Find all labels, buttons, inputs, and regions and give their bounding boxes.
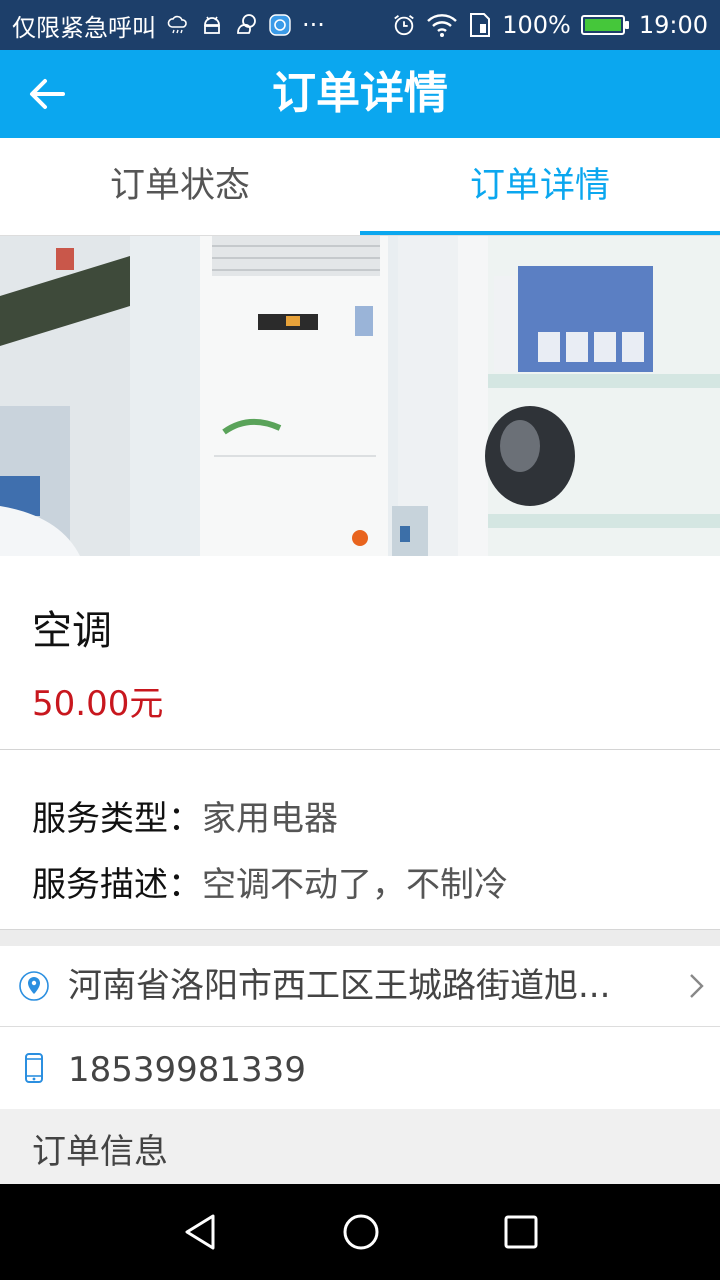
phone-number: 18539981339 bbox=[68, 1050, 306, 1090]
product-name: 空调 bbox=[32, 608, 112, 654]
service-type-row: 服务类型：家用电器 bbox=[32, 791, 338, 840]
square-recents-icon bbox=[504, 1215, 538, 1249]
order-info-title: 订单信息 bbox=[32, 1132, 168, 1172]
status-bar: 仅限紧急呼叫 ··· 100% 19:00 bbox=[0, 0, 720, 50]
app-bar: 订单详情 bbox=[0, 50, 720, 138]
circle-home-icon bbox=[343, 1214, 379, 1250]
order-info-section: 订单信息 bbox=[0, 1109, 720, 1184]
service-desc-label: 服务描述： bbox=[32, 865, 202, 905]
phone-row[interactable]: 18539981339 bbox=[0, 1028, 720, 1109]
squirrel-icon bbox=[234, 13, 258, 37]
service-type-label: 服务类型： bbox=[32, 799, 202, 839]
service-type-value: 家用电器 bbox=[202, 799, 338, 839]
android-icon bbox=[200, 13, 224, 37]
service-info: 服务类型：家用电器 服务描述：空调不动了，不制冷 bbox=[0, 751, 720, 929]
cloud-rain-icon bbox=[166, 13, 190, 37]
system-nav-bar bbox=[0, 1184, 720, 1280]
product-photo bbox=[0, 236, 720, 556]
carousel-indicator-dot bbox=[352, 530, 368, 546]
service-desc-row: 服务描述：空调不动了，不制冷 bbox=[32, 857, 508, 906]
back-button[interactable] bbox=[22, 70, 72, 118]
location-pin-icon bbox=[19, 971, 49, 1001]
chevron-right-icon bbox=[690, 974, 704, 998]
tab-bar: 订单状态 订单详情 bbox=[0, 138, 720, 236]
battery-percent: 100% bbox=[502, 11, 571, 39]
tab-order-details[interactable]: 订单详情 bbox=[360, 138, 720, 235]
back-arrow-icon bbox=[30, 79, 65, 109]
nav-back-button[interactable] bbox=[177, 1208, 225, 1256]
battery-icon bbox=[580, 15, 629, 35]
page-title: 订单详情 bbox=[272, 68, 448, 119]
product-price: 50.00元 bbox=[32, 684, 164, 724]
app-notification-icon bbox=[268, 13, 292, 37]
status-left: 仅限紧急呼叫 ··· bbox=[0, 8, 325, 43]
alarm-icon bbox=[392, 13, 416, 37]
mobile-phone-icon bbox=[25, 1053, 43, 1083]
more-notifications-icon: ··· bbox=[302, 11, 325, 39]
address-row[interactable]: 河南省洛阳市西工区王城路街道旭... bbox=[0, 946, 720, 1027]
status-right: 100% 19:00 bbox=[392, 0, 708, 50]
wifi-icon bbox=[426, 13, 458, 37]
nav-recents-button[interactable] bbox=[497, 1208, 545, 1256]
status-time: 19:00 bbox=[638, 11, 708, 39]
service-desc-value: 空调不动了，不制冷 bbox=[202, 865, 508, 905]
product-info: 空调 50.00元 bbox=[0, 556, 720, 750]
sim-card-icon bbox=[468, 13, 492, 37]
product-photo-carousel[interactable] bbox=[0, 236, 720, 556]
carrier-text: 仅限紧急呼叫 bbox=[12, 13, 156, 42]
section-divider bbox=[0, 929, 720, 946]
triangle-back-icon bbox=[185, 1214, 215, 1250]
address-text: 河南省洛阳市西工区王城路街道旭... bbox=[68, 966, 611, 1006]
tab-order-status[interactable]: 订单状态 bbox=[0, 138, 360, 235]
nav-home-button[interactable] bbox=[337, 1208, 385, 1256]
